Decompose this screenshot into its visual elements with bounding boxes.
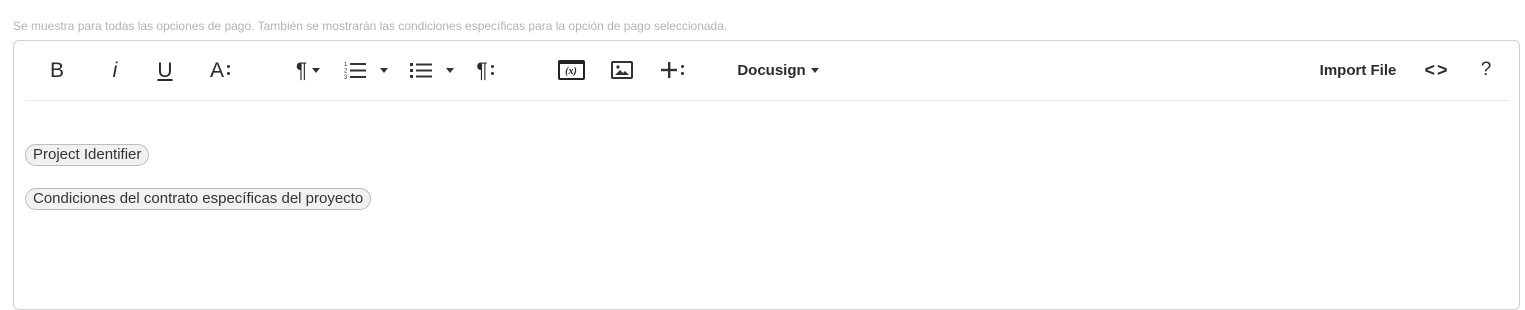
svg-text:3: 3: [344, 75, 348, 80]
code-view-button[interactable]: <>: [1423, 55, 1451, 85]
code-view-icon: <>: [1424, 59, 1450, 80]
italic-icon: i: [112, 58, 118, 82]
font-size-button[interactable]: A: [205, 55, 235, 85]
plus-icon: [661, 62, 677, 78]
token-project-identifier[interactable]: Project Identifier: [25, 144, 150, 166]
bold-icon: B: [49, 58, 64, 82]
ordered-list-icon: 1 2 3: [344, 62, 366, 80]
chevron-down-icon: [380, 67, 388, 73]
unordered-list-dropdown[interactable]: [407, 55, 457, 85]
paragraph-icon: ¶: [295, 58, 308, 82]
chevron-down-icon: [312, 67, 321, 73]
help-icon: ?: [1480, 59, 1492, 80]
variable-icon: (x): [557, 60, 585, 80]
rich-text-editor[interactable]: B i U A ¶ 1 2 3 ¶ (x) Docusign Import Fi…: [13, 40, 1520, 310]
editor-toolbar: B i U A ¶ 1 2 3 ¶ (x) Docusign Import Fi…: [25, 41, 1509, 101]
more-dots-icon: [490, 65, 494, 75]
svg-text:1: 1: [344, 62, 348, 68]
underline-button[interactable]: U: [153, 55, 177, 85]
import-file-button[interactable]: Import File: [1312, 55, 1404, 85]
ordered-list-dropdown[interactable]: 1 2 3: [341, 55, 391, 85]
font-size-icon: A: [209, 58, 224, 82]
paragraph-format-icon: ¶: [476, 58, 488, 82]
paragraph-style-dropdown[interactable]: ¶: [289, 55, 327, 85]
more-dots-icon: [681, 65, 684, 75]
italic-button[interactable]: i: [105, 55, 125, 85]
unordered-list-icon: [410, 63, 432, 78]
variable-label: (x): [565, 65, 577, 77]
docusign-label: Docusign: [737, 61, 806, 79]
import-file-label: Import File: [1319, 61, 1397, 79]
docusign-dropdown[interactable]: Docusign: [730, 55, 826, 85]
more-dots-icon: [227, 65, 230, 75]
chevron-down-icon: [446, 67, 454, 73]
token-contract-conditions[interactable]: Condiciones del contrato específicas del…: [25, 188, 372, 210]
helper-text: Se muestra para todas las opciones de pa…: [13, 19, 728, 33]
svg-text:2: 2: [344, 69, 348, 75]
bold-button[interactable]: B: [45, 55, 69, 85]
image-icon: [611, 61, 633, 79]
underline-icon: U: [157, 58, 173, 82]
chevron-down-icon: [810, 67, 819, 73]
insert-image-button[interactable]: [610, 55, 634, 85]
paragraph-format-button[interactable]: ¶: [471, 55, 499, 85]
help-button[interactable]: ?: [1475, 55, 1497, 85]
insert-more-button[interactable]: [658, 55, 686, 85]
insert-variable-button[interactable]: (x): [556, 55, 586, 85]
